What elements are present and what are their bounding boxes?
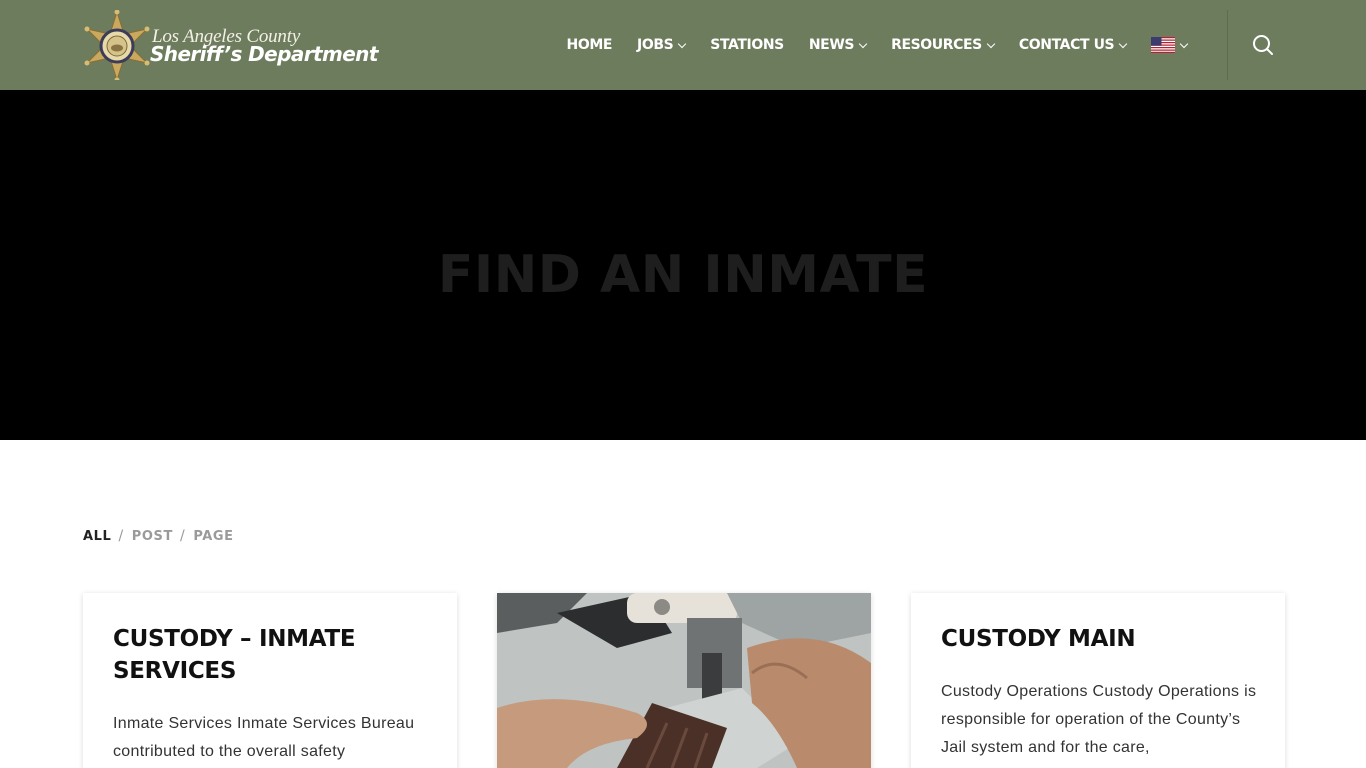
- nav-news[interactable]: NEWS: [796, 0, 878, 90]
- chevron-down-icon: [1179, 39, 1189, 48]
- card-excerpt: Custody Operations Custody Operations is…: [941, 683, 1257, 756]
- sheriff-star-icon: [84, 10, 150, 80]
- header-divider: [1227, 10, 1228, 80]
- page-title: FIND AN INMATE: [437, 245, 929, 305]
- nav-home-label: HOME: [566, 37, 613, 53]
- chevron-down-icon: [678, 39, 687, 48]
- card-excerpt: Inmate Services Inmate Services Bureau c…: [113, 715, 415, 760]
- chevron-down-icon: [986, 39, 996, 48]
- filter-separator: /: [179, 528, 186, 544]
- nav-resources[interactable]: RESOURCES: [879, 0, 1007, 90]
- filter-page[interactable]: PAGE: [193, 529, 233, 544]
- filter-all[interactable]: ALL: [83, 529, 111, 544]
- chevron-down-icon: [858, 39, 868, 48]
- main-nav: HOME JOBS STATIONS NEWS RESOURCES CONTAC…: [554, 0, 1200, 90]
- result-card[interactable]: CUSTODY – INMATE SERVICES Inmate Service…: [83, 593, 457, 768]
- sewing-machine-photo[interactable]: [497, 593, 871, 768]
- hero-banner: FIND AN INMATE: [0, 90, 1366, 440]
- nav-news-label: NEWS: [808, 37, 855, 53]
- card-title[interactable]: CUSTODY MAIN: [941, 623, 1261, 655]
- nav-jobs-label: JOBS: [637, 37, 674, 53]
- site-logo[interactable]: Los Angeles County Sheriff’s Department: [84, 10, 444, 80]
- post-type-filter: ALL / POST / PAGE: [83, 528, 234, 544]
- card-title[interactable]: CUSTODY – INMATE SERVICES: [113, 623, 433, 687]
- filter-separator: /: [118, 528, 124, 544]
- chevron-down-icon: [1118, 39, 1128, 48]
- us-flag-icon: [1151, 37, 1176, 53]
- language-selector[interactable]: [1139, 0, 1200, 90]
- site-header: Los Angeles County Sheriff’s Department …: [0, 0, 1366, 90]
- filter-post[interactable]: POST: [132, 529, 173, 544]
- nav-resources-label: RESOURCES: [891, 37, 982, 53]
- nav-contact-us[interactable]: CONTACT US: [1006, 0, 1138, 90]
- logo-department-text: Sheriff’s Department: [150, 42, 378, 66]
- result-card[interactable]: [497, 593, 871, 768]
- nav-jobs[interactable]: JOBS: [625, 0, 698, 90]
- search-icon[interactable]: [1251, 33, 1275, 57]
- result-card[interactable]: CUSTODY MAIN Custody Operations Custody …: [911, 593, 1285, 768]
- nav-stations[interactable]: STATIONS: [698, 0, 797, 90]
- nav-stations-label: STATIONS: [710, 37, 784, 53]
- nav-contact-us-label: CONTACT US: [1018, 37, 1115, 53]
- nav-home[interactable]: HOME: [554, 0, 625, 90]
